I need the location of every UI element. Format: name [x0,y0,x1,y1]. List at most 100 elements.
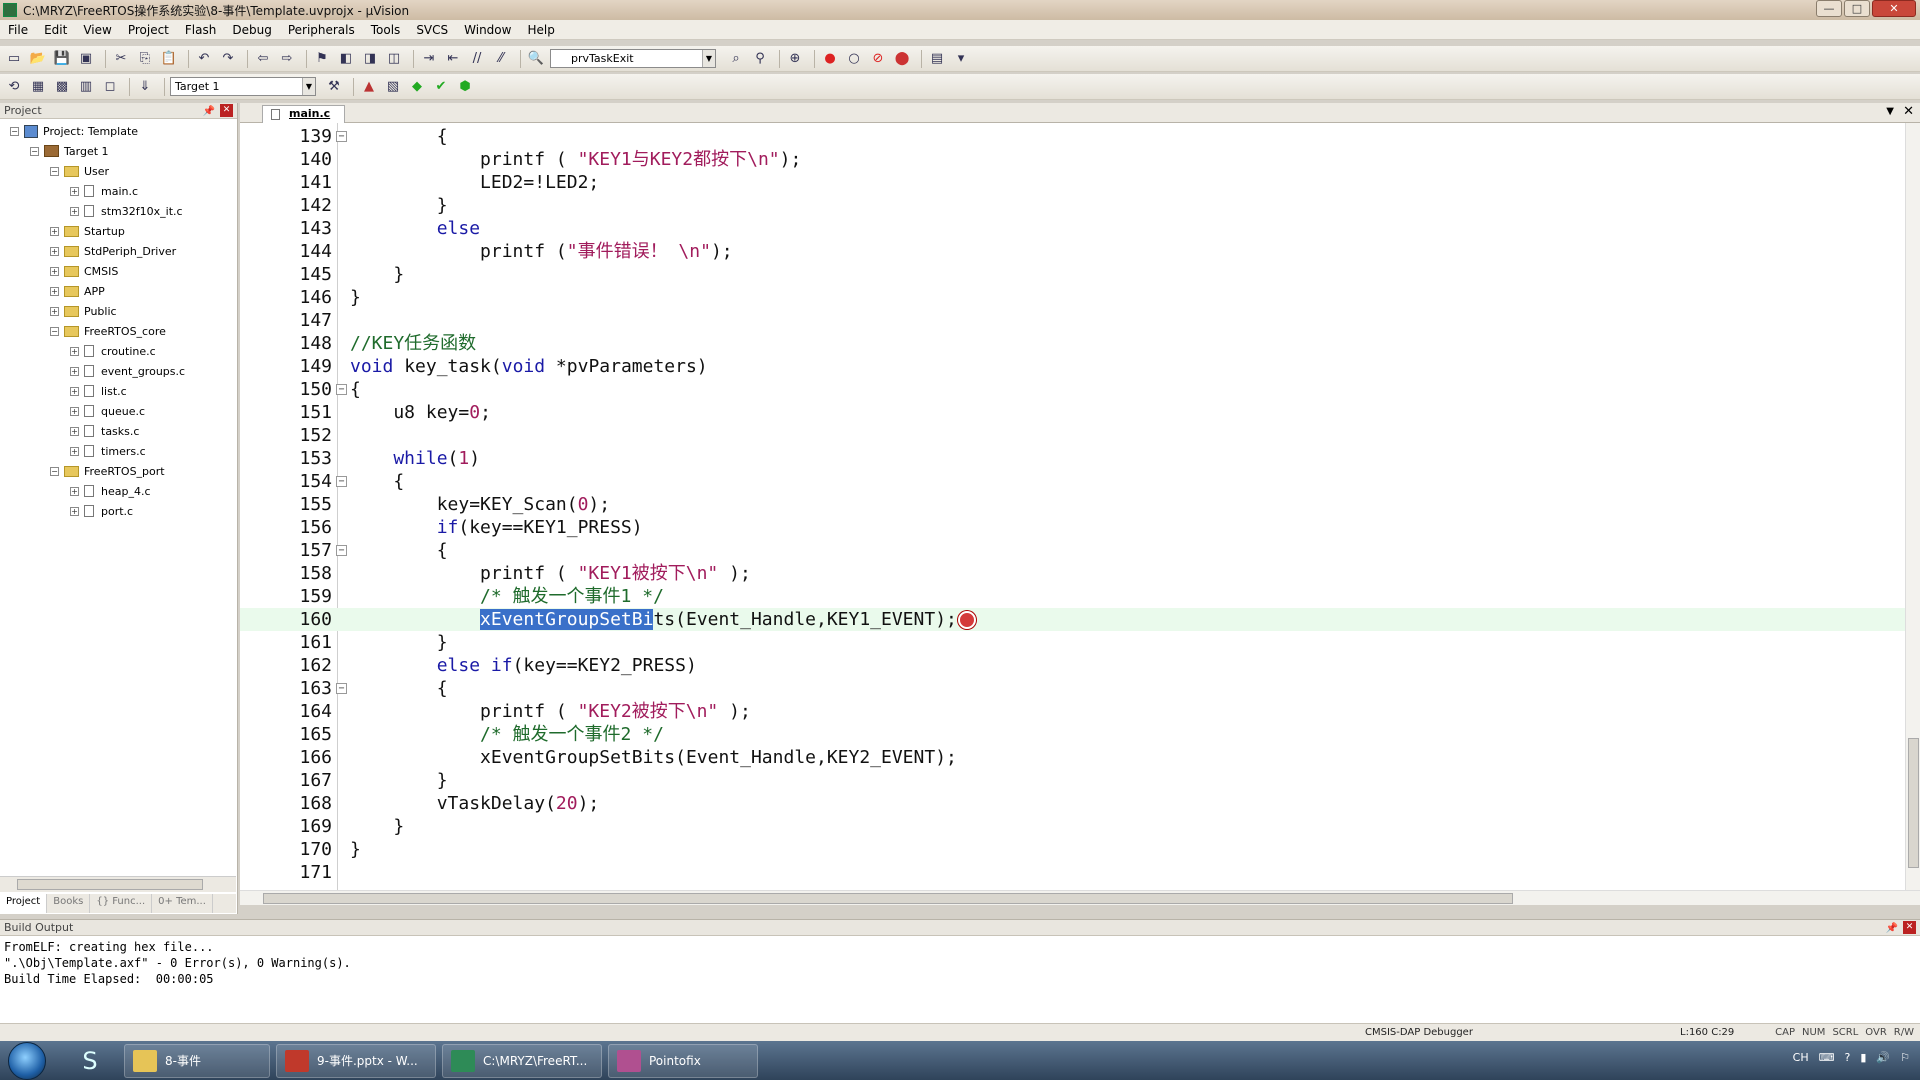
fold-toggle-icon[interactable]: − [336,131,347,142]
select-packs-icon[interactable]: ✔ [431,77,451,97]
start-button[interactable] [8,1041,46,1080]
code-line[interactable]: 149 void key_task(void *pvParameters) [240,355,1905,378]
code-line[interactable]: 141 LED2=!LED2; [240,171,1905,194]
cut-icon[interactable]: ✂ [111,49,131,69]
close-window-button[interactable]: ✕ [1872,0,1916,17]
expand-icon[interactable]: + [50,226,59,236]
editor-vertical-scrollbar[interactable] [1905,123,1920,890]
comment-icon[interactable]: // [467,49,487,69]
code-line[interactable]: 162 else if(key==KEY2_PRESS) [240,654,1905,677]
code-line[interactable]: 143 else [240,217,1905,240]
taskbar-button[interactable]: C:\MRYZ\FreeRT... [442,1043,602,1078]
kill-breakpoints-icon[interactable]: ⊘ [868,49,888,69]
code-line[interactable]: 165 /* 触发一个事件2 */ [240,723,1905,746]
panel-tab[interactable]: {} Func... [90,894,153,913]
minimize-button[interactable]: — [1816,0,1842,17]
save-all-icon[interactable]: ▣ [76,49,96,69]
scrollbar-thumb[interactable] [263,893,1513,904]
expand-icon[interactable]: + [50,246,59,256]
code-line[interactable]: 142 } [240,194,1905,217]
menu-view[interactable]: View [75,23,119,37]
tree-item-folder[interactable]: − FreeRTOS_core [0,321,236,341]
code-line[interactable]: 163− { [240,677,1905,700]
breakpoints-all-icon[interactable]: ⬤ [892,49,912,69]
tree-item-file[interactable]: + croutine.c [0,341,236,361]
code-editor[interactable]: 139− {140 printf ( "KEY1与KEY2都按下\n"); 141… [240,123,1905,890]
language-indicator[interactable]: CH [1793,1051,1809,1064]
tree-item-file[interactable]: + list.c [0,381,236,401]
fold-toggle-icon[interactable]: − [336,683,347,694]
code-line[interactable]: 155 key=KEY_Scan(0); [240,493,1905,516]
tree-item-folder[interactable]: + StdPeriph_Driver [0,241,236,261]
paste-icon[interactable]: 📋 [159,49,179,69]
run-time-env-icon[interactable]: ⬢ [455,77,475,97]
stop-build-icon[interactable]: ◻ [100,77,120,97]
expand-icon[interactable]: + [50,286,59,296]
code-line[interactable]: 146} [240,286,1905,309]
code-line[interactable]: 164 printf ( "KEY2被按下\n" ); [240,700,1905,723]
scrollbar-thumb[interactable] [17,879,203,890]
new-file-icon[interactable]: ▭ [4,49,24,69]
tree-item-file[interactable]: + queue.c [0,401,236,421]
pin-icon[interactable]: 📌 [203,104,215,119]
expand-icon[interactable]: + [70,406,79,416]
code-line[interactable]: 161 } [240,631,1905,654]
next-bookmark-icon[interactable]: ◨ [360,49,380,69]
tree-item-file[interactable]: + main.c [0,181,236,201]
tree-item-folder[interactable]: − FreeRTOS_port [0,461,236,481]
tree-item-file[interactable]: + port.c [0,501,236,521]
collapse-icon[interactable]: − [10,126,19,136]
code-line[interactable]: 147 [240,309,1905,332]
uncomment-icon[interactable]: ⁄⁄ [491,49,511,69]
expand-icon[interactable]: + [70,346,79,356]
code-line[interactable]: 169 } [240,815,1905,838]
tree-item-file[interactable]: + event_groups.c [0,361,236,381]
code-line[interactable]: 151 u8 key=0; [240,401,1905,424]
tree-item-file[interactable]: + heap_4.c [0,481,236,501]
close-icon[interactable]: ✕ [220,104,233,117]
close-icon[interactable]: ✕ [1903,104,1914,119]
translate-icon[interactable]: ⟲ [4,77,24,97]
code-line[interactable]: 168 vTaskDelay(20); [240,792,1905,815]
tree-item-folder[interactable]: + CMSIS [0,261,236,281]
collapse-icon[interactable]: − [50,466,59,476]
close-icon[interactable]: ✕ [1903,921,1916,934]
expand-icon[interactable]: + [70,386,79,396]
tree-item-folder[interactable]: + Public [0,301,236,321]
tree-item-project[interactable]: − Project: Template [0,121,236,141]
menu-window[interactable]: Window [456,23,519,37]
code-line[interactable]: 140 printf ( "KEY1与KEY2都按下\n"); [240,148,1905,171]
tree-item-folder[interactable]: + Startup [0,221,236,241]
code-line[interactable]: 152 [240,424,1905,447]
code-line[interactable]: 145 } [240,263,1905,286]
panel-tab[interactable]: Books [47,894,91,913]
pin-icon[interactable]: 📌 [1886,921,1898,936]
code-line[interactable]: 171 [240,861,1905,884]
tab-main-c[interactable]: main.c [262,105,346,123]
target-options-icon[interactable]: ⚒ [324,77,344,97]
redo-icon[interactable]: ↷ [218,49,238,69]
code-line[interactable]: 156 if(key==KEY1_PRESS) [240,516,1905,539]
code-line[interactable]: 144 printf ("事件错误！ \n"); [240,240,1905,263]
navigate-back-icon[interactable]: ⇦ [253,49,273,69]
build-icon[interactable]: ▦ [28,77,48,97]
expand-icon[interactable]: + [70,486,79,496]
window-layout-icon[interactable]: ▤ [927,49,947,69]
tree-item-file[interactable]: + timers.c [0,441,236,461]
chevron-down-icon[interactable]: ▼ [302,78,315,95]
expand-icon[interactable]: + [50,266,59,276]
find-in-files-icon[interactable]: 🔍 [526,49,546,69]
target-combo[interactable]: Target 1 ▼ [170,77,316,96]
expand-icon[interactable]: + [70,186,79,196]
file-extensions-icon[interactable]: ▧ [383,77,403,97]
network-icon[interactable]: ▮ [1860,1051,1866,1064]
undo-icon[interactable]: ↶ [194,49,214,69]
editor-horizontal-scrollbar[interactable] [240,890,1920,905]
manage-project-icon[interactable]: ▲ [359,77,379,97]
panel-tab[interactable]: 0+ Tem... [152,894,213,913]
scrollbar-thumb[interactable] [1908,738,1919,868]
save-icon[interactable]: 💾 [52,49,72,69]
expand-icon[interactable]: + [50,306,59,316]
menu-debug[interactable]: Debug [224,23,279,37]
code-line[interactable]: 150−{ [240,378,1905,401]
